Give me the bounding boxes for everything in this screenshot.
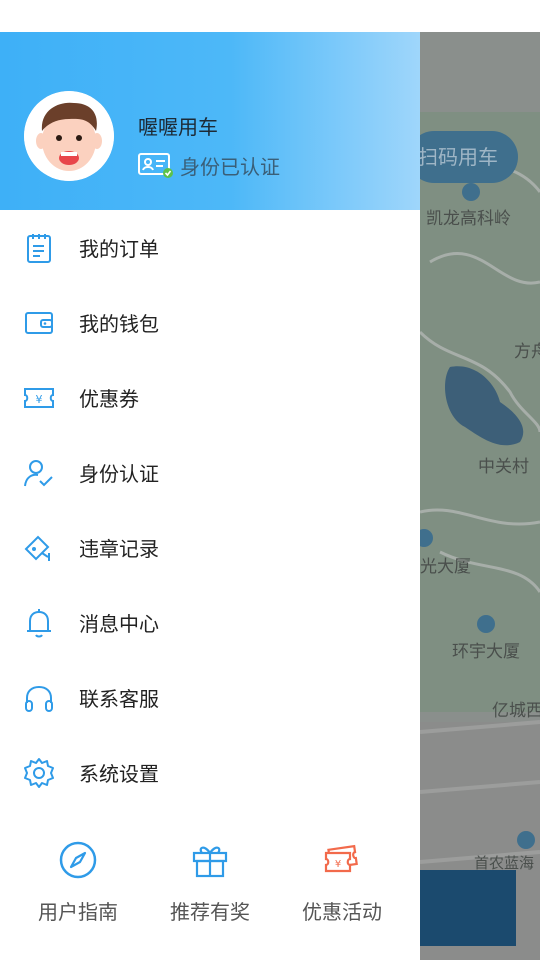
scan-to-ride-button[interactable]: 扫码用车: [408, 131, 518, 183]
menu-item-messages[interactable]: 消息中心: [0, 585, 420, 660]
map-label: 光大厦: [420, 557, 471, 577]
map-label: 方舟: [514, 342, 540, 362]
wallet-icon: [25, 311, 53, 334]
menu-label: 消息中心: [79, 612, 159, 636]
menu-list: 我的订单 我的钱包 ¥ 优惠券 身份认证 违章记录 消息中心 联系客服 系统设置: [0, 210, 420, 810]
coupon-icon: ¥: [24, 387, 54, 408]
username: 喔喔用车: [138, 115, 218, 139]
map-label: 中关村: [478, 457, 529, 477]
avatar-face-icon: [24, 91, 114, 181]
menu-item-wallet[interactable]: 我的钱包: [0, 285, 420, 360]
bell-icon: [27, 608, 51, 637]
verification-status: 身份已认证: [138, 150, 280, 180]
guide-button[interactable]: 用户指南: [18, 840, 138, 925]
order-icon: [27, 233, 51, 263]
guide-label: 用户指南: [38, 900, 118, 924]
referral-button[interactable]: 推荐有奖: [150, 840, 270, 925]
id-card-icon: [138, 153, 173, 178]
avatar[interactable]: [24, 91, 114, 181]
menu-label: 优惠券: [79, 387, 139, 411]
map-action-button[interactable]: [408, 870, 516, 946]
menu-item-support[interactable]: 联系客服: [0, 660, 420, 735]
identity-icon: [24, 459, 53, 486]
menu-label: 身份认证: [79, 462, 159, 486]
menu-label: 违章记录: [79, 537, 159, 561]
promotions-label: 优惠活动: [302, 900, 382, 924]
svg-text:¥: ¥: [335, 859, 341, 870]
menu-label: 系统设置: [79, 762, 159, 786]
menu-label: 联系客服: [79, 687, 159, 711]
menu-item-orders[interactable]: 我的订单: [0, 210, 420, 285]
ticket-icon: ¥: [324, 844, 358, 873]
gift-icon: [192, 846, 228, 878]
map-label: 凯龙高科岭: [426, 209, 511, 229]
compass-icon: [59, 841, 97, 879]
profile-header: 喔喔用车 身份已认证: [0, 32, 420, 210]
camera-icon: [24, 535, 50, 561]
promotions-button[interactable]: ¥ 优惠活动: [282, 840, 402, 925]
menu-item-identity[interactable]: 身份认证: [0, 435, 420, 510]
svg-text:¥: ¥: [36, 393, 43, 406]
menu-item-settings[interactable]: 系统设置: [0, 735, 420, 810]
verification-text: 身份已认证: [180, 154, 280, 179]
menu-label: 我的订单: [79, 237, 159, 261]
referral-label: 推荐有奖: [170, 900, 250, 924]
menu-label: 我的钱包: [79, 312, 159, 336]
headphones-icon: [25, 685, 53, 712]
menu-item-coupons[interactable]: ¥ 优惠券: [0, 360, 420, 435]
gear-icon: [24, 757, 54, 788]
status-bar: [0, 0, 540, 32]
side-drawer: 喔喔用车 身份已认证 我的订单 我的钱包 ¥ 优惠券 身份认证 违章记录 消息中…: [0, 32, 420, 960]
menu-item-violations[interactable]: 违章记录: [0, 510, 420, 585]
map-label: 环宇大厦: [452, 642, 520, 662]
map-label: 亿城西: [492, 701, 540, 721]
bottom-shortcuts: 用户指南 推荐有奖 ¥ 优惠活动: [0, 840, 420, 950]
